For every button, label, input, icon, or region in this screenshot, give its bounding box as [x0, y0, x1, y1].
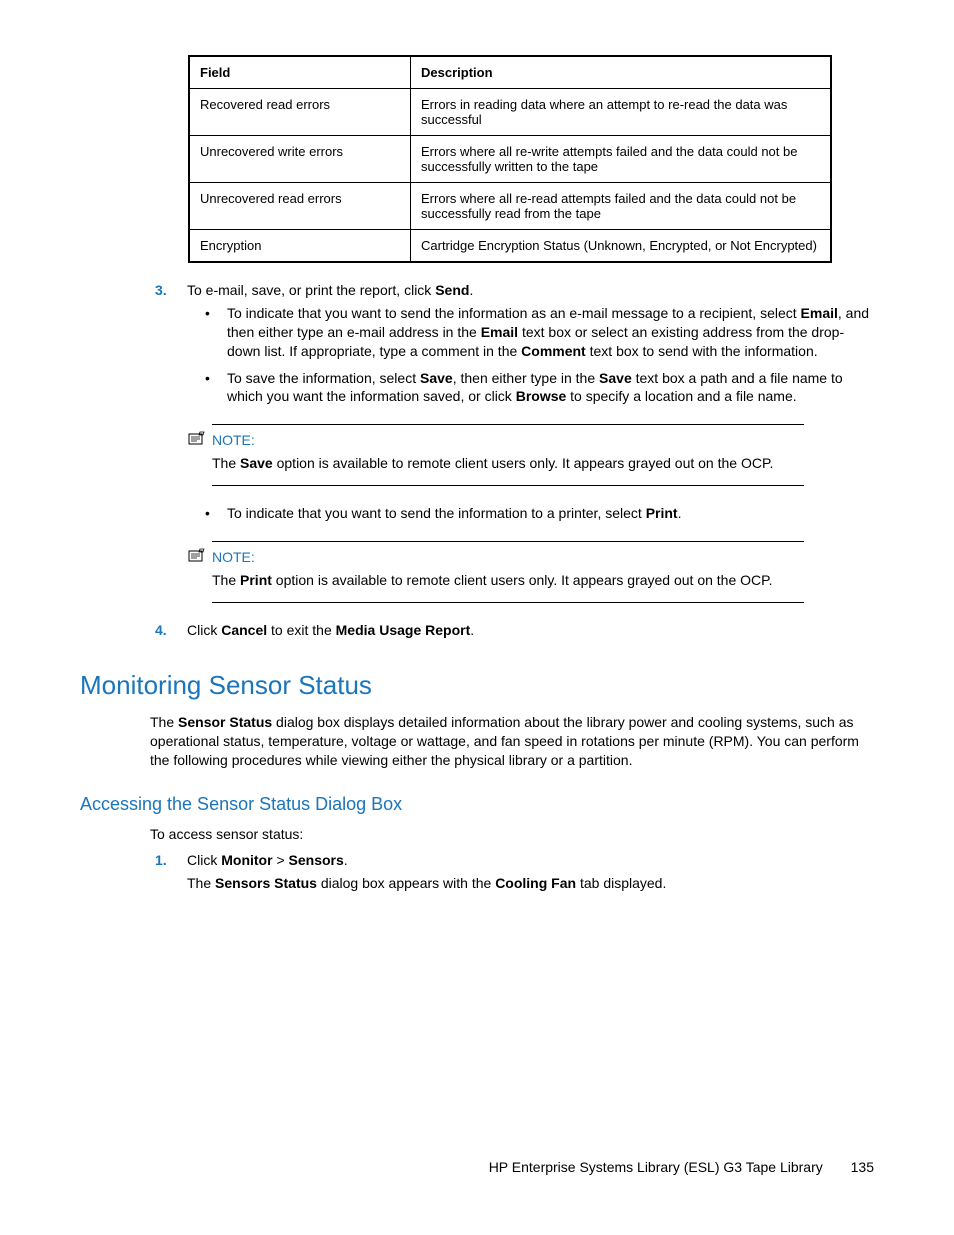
- table-header-field: Field: [189, 56, 411, 89]
- note-label: NOTE:: [212, 549, 255, 565]
- paragraph: The Sensors Status dialog box appears wi…: [187, 874, 874, 893]
- bullet-text: To indicate that you want to send the in…: [227, 504, 874, 523]
- note-block: NOTE: The Save option is available to re…: [188, 424, 804, 486]
- step-text: Click Cancel to exit the Media Usage Rep…: [187, 621, 874, 640]
- note-body: The Save option is available to remote c…: [212, 448, 804, 485]
- heading-accessing-sensor-status: Accessing the Sensor Status Dialog Box: [80, 794, 874, 815]
- step-text: To e-mail, save, or print the report, cl…: [187, 281, 874, 300]
- table-row: Encryption Cartridge Encryption Status (…: [189, 230, 831, 263]
- step-3: 3. To e-mail, save, or print the report,…: [155, 281, 874, 300]
- table-cell: Cartridge Encryption Status (Unknown, En…: [411, 230, 832, 263]
- field-description-table: Field Description Recovered read errors …: [188, 55, 832, 263]
- step-text: Click Monitor > Sensors.: [187, 851, 874, 870]
- step-number: 4.: [155, 621, 187, 640]
- table-cell: Encryption: [189, 230, 411, 263]
- paragraph: To access sensor status:: [150, 825, 874, 844]
- table-cell: Errors where all re-write attempts faile…: [411, 136, 832, 183]
- note-label: NOTE:: [212, 432, 255, 448]
- bullet-text: To indicate that you want to send the in…: [227, 304, 874, 361]
- bullet-icon: •: [205, 504, 227, 523]
- page-footer: HP Enterprise Systems Library (ESL) G3 T…: [489, 1159, 874, 1175]
- table-cell: Unrecovered read errors: [189, 183, 411, 230]
- bullet-item: • To save the information, select Save, …: [205, 369, 874, 407]
- bullet-item: • To indicate that you want to send the …: [205, 304, 874, 361]
- table-cell: Errors where all re-read attempts failed…: [411, 183, 832, 230]
- bullet-icon: •: [205, 304, 227, 361]
- paragraph: The Sensor Status dialog box displays de…: [150, 713, 874, 770]
- note-icon: [188, 548, 212, 565]
- note-block: NOTE: The Print option is available to r…: [188, 541, 804, 603]
- page-number: 135: [851, 1159, 874, 1175]
- table-row: Unrecovered write errors Errors where al…: [189, 136, 831, 183]
- table-cell: Unrecovered write errors: [189, 136, 411, 183]
- step-1: 1. Click Monitor > Sensors.: [155, 851, 874, 870]
- table-row: Unrecovered read errors Errors where all…: [189, 183, 831, 230]
- table-cell: Recovered read errors: [189, 89, 411, 136]
- table-header-description: Description: [411, 56, 832, 89]
- note-body: The Print option is available to remote …: [212, 565, 804, 602]
- bullet-item: • To indicate that you want to send the …: [205, 504, 874, 523]
- table-cell: Errors in reading data where an attempt …: [411, 89, 832, 136]
- note-icon: [188, 431, 212, 448]
- heading-monitoring-sensor-status: Monitoring Sensor Status: [80, 670, 874, 701]
- step-4: 4. Click Cancel to exit the Media Usage …: [155, 621, 874, 640]
- step-number: 3.: [155, 281, 187, 300]
- table-row: Recovered read errors Errors in reading …: [189, 89, 831, 136]
- footer-title: HP Enterprise Systems Library (ESL) G3 T…: [489, 1159, 823, 1175]
- bullet-icon: •: [205, 369, 227, 407]
- bullet-text: To save the information, select Save, th…: [227, 369, 874, 407]
- step-number: 1.: [155, 851, 187, 870]
